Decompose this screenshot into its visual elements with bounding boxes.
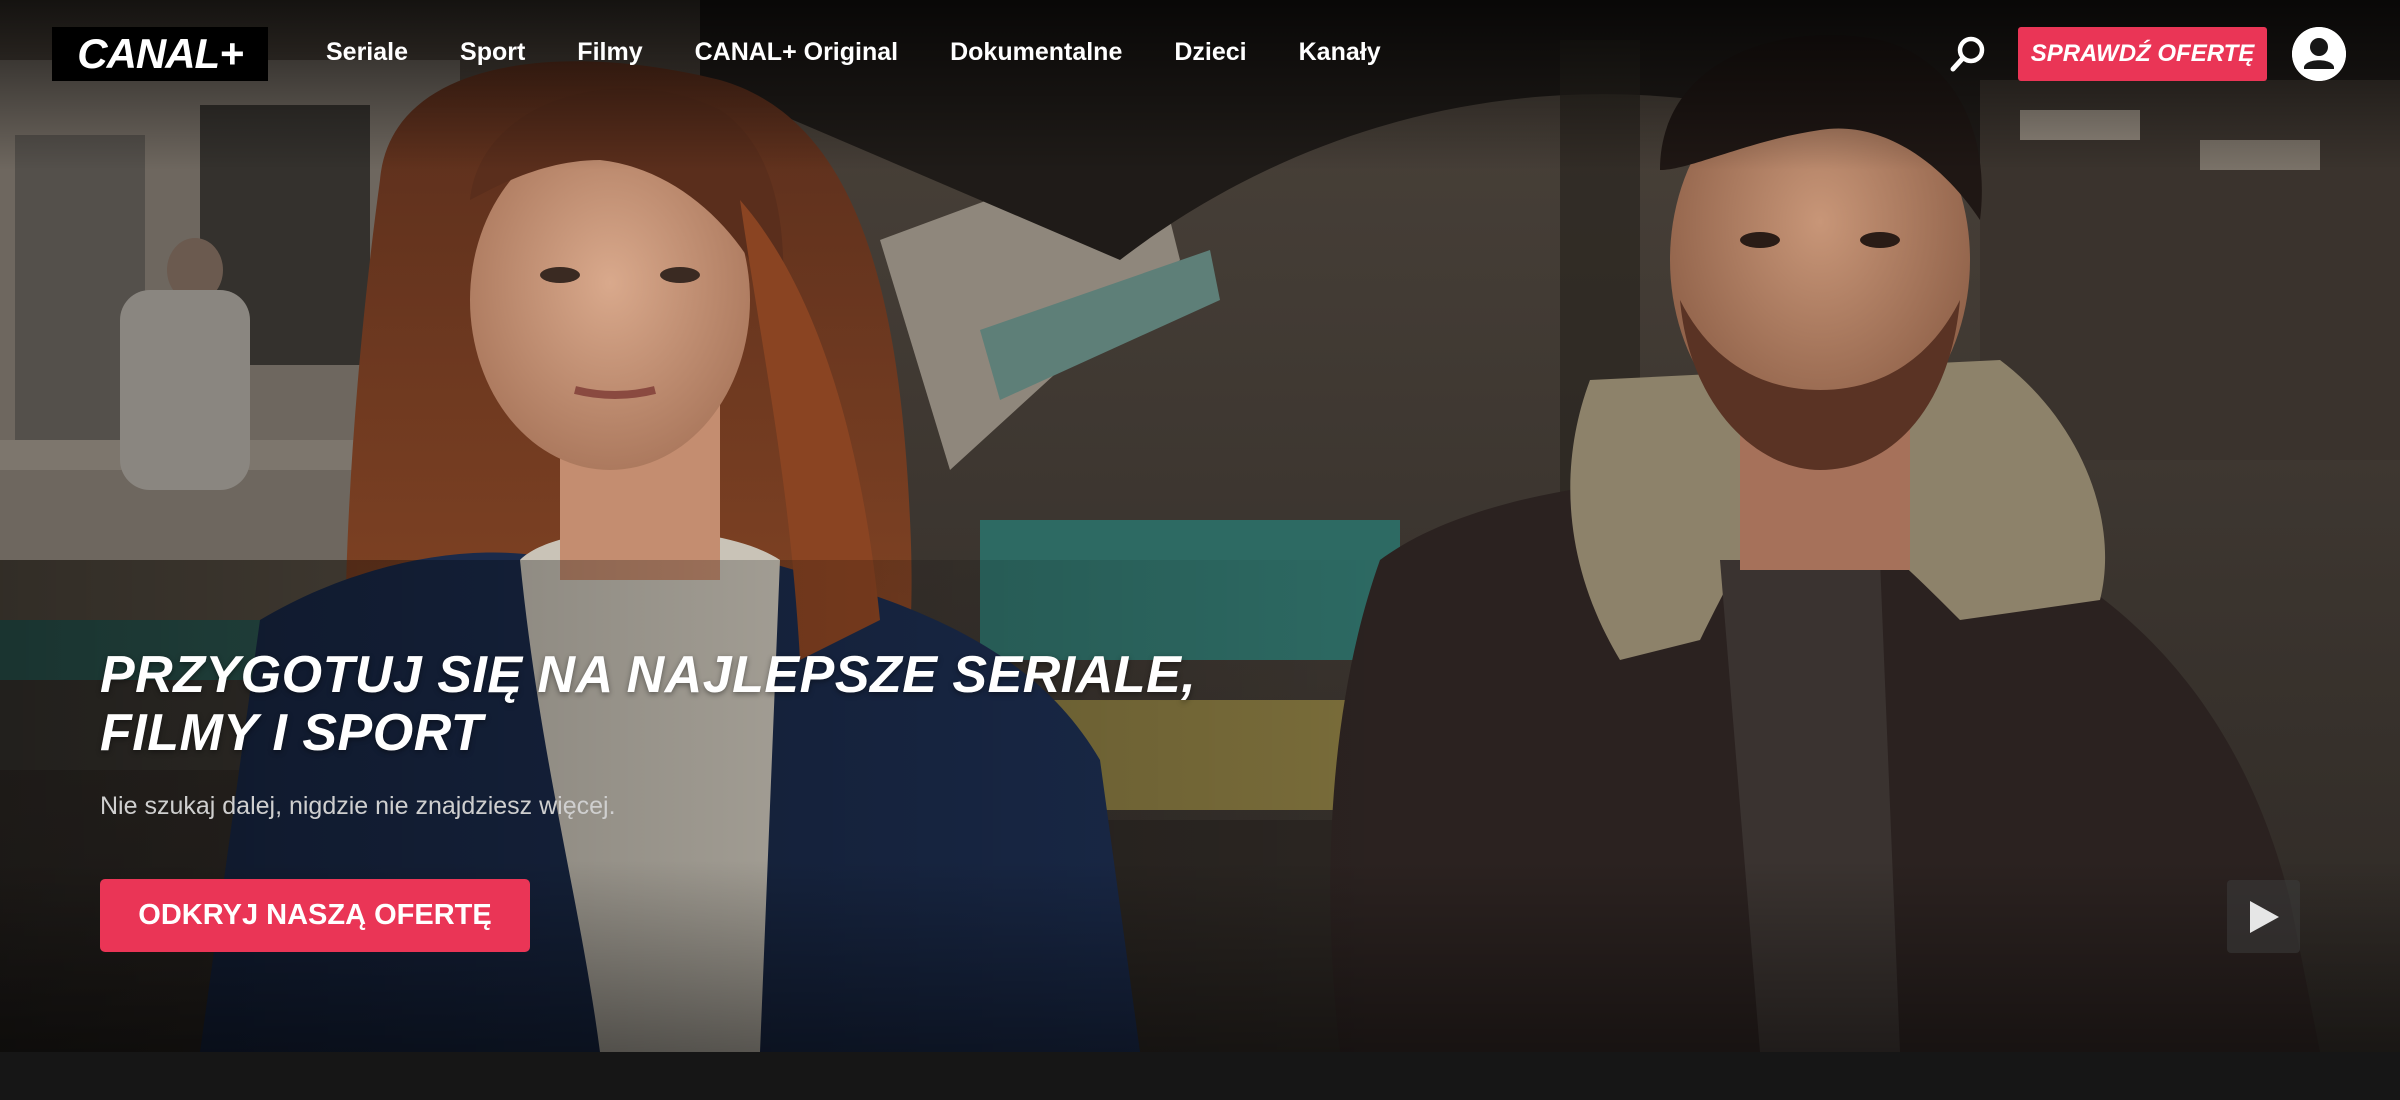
top-navigation-bar: CANAL+ Seriale Sport Filmy CANAL+ Origin… <box>0 0 2400 104</box>
check-offer-button[interactable]: SPRAWDŹ OFERTĘ <box>2018 27 2267 81</box>
hero-title-line-2: FILMY I SPORT <box>100 704 484 762</box>
search-icon <box>1950 36 1985 72</box>
nav-item-dzieci[interactable]: Dzieci <box>1174 38 1246 67</box>
hero-title-line-1: PRZYGOTUJ SIĘ NA NAJLEPSZE SERIALE, <box>100 646 1197 704</box>
play-icon <box>2249 900 2279 933</box>
nav-item-filmy[interactable]: Filmy <box>577 38 642 67</box>
hero-subtitle: Nie szukaj dalej, nigdzie nie znajdziesz… <box>100 792 616 820</box>
nav-item-kanaly[interactable]: Kanały <box>1299 38 1381 67</box>
nav-item-canal-original[interactable]: CANAL+ Original <box>695 38 899 67</box>
nav-item-sport[interactable]: Sport <box>460 38 525 67</box>
nav-item-dokumentalne[interactable]: Dokumentalne <box>950 38 1122 67</box>
canal-plus-landing-page: CANAL+ Seriale Sport Filmy CANAL+ Origin… <box>0 0 2400 1100</box>
account-button[interactable] <box>2292 27 2346 81</box>
play-trailer-button[interactable] <box>2227 880 2300 953</box>
discover-offer-button[interactable]: ODKRYJ NASZĄ OFERTĘ <box>100 879 530 952</box>
page-bottom-strip <box>0 1052 2400 1100</box>
search-button[interactable] <box>1948 34 1988 74</box>
nav-item-seriale[interactable]: Seriale <box>326 38 408 67</box>
user-account-icon <box>2292 27 2346 81</box>
hero-title: PRZYGOTUJ SIĘ NA NAJLEPSZE SERIALE, FILM… <box>100 646 1300 762</box>
main-nav: Seriale Sport Filmy CANAL+ Original Doku… <box>300 0 1407 104</box>
canal-plus-logo[interactable]: CANAL+ <box>52 27 268 81</box>
